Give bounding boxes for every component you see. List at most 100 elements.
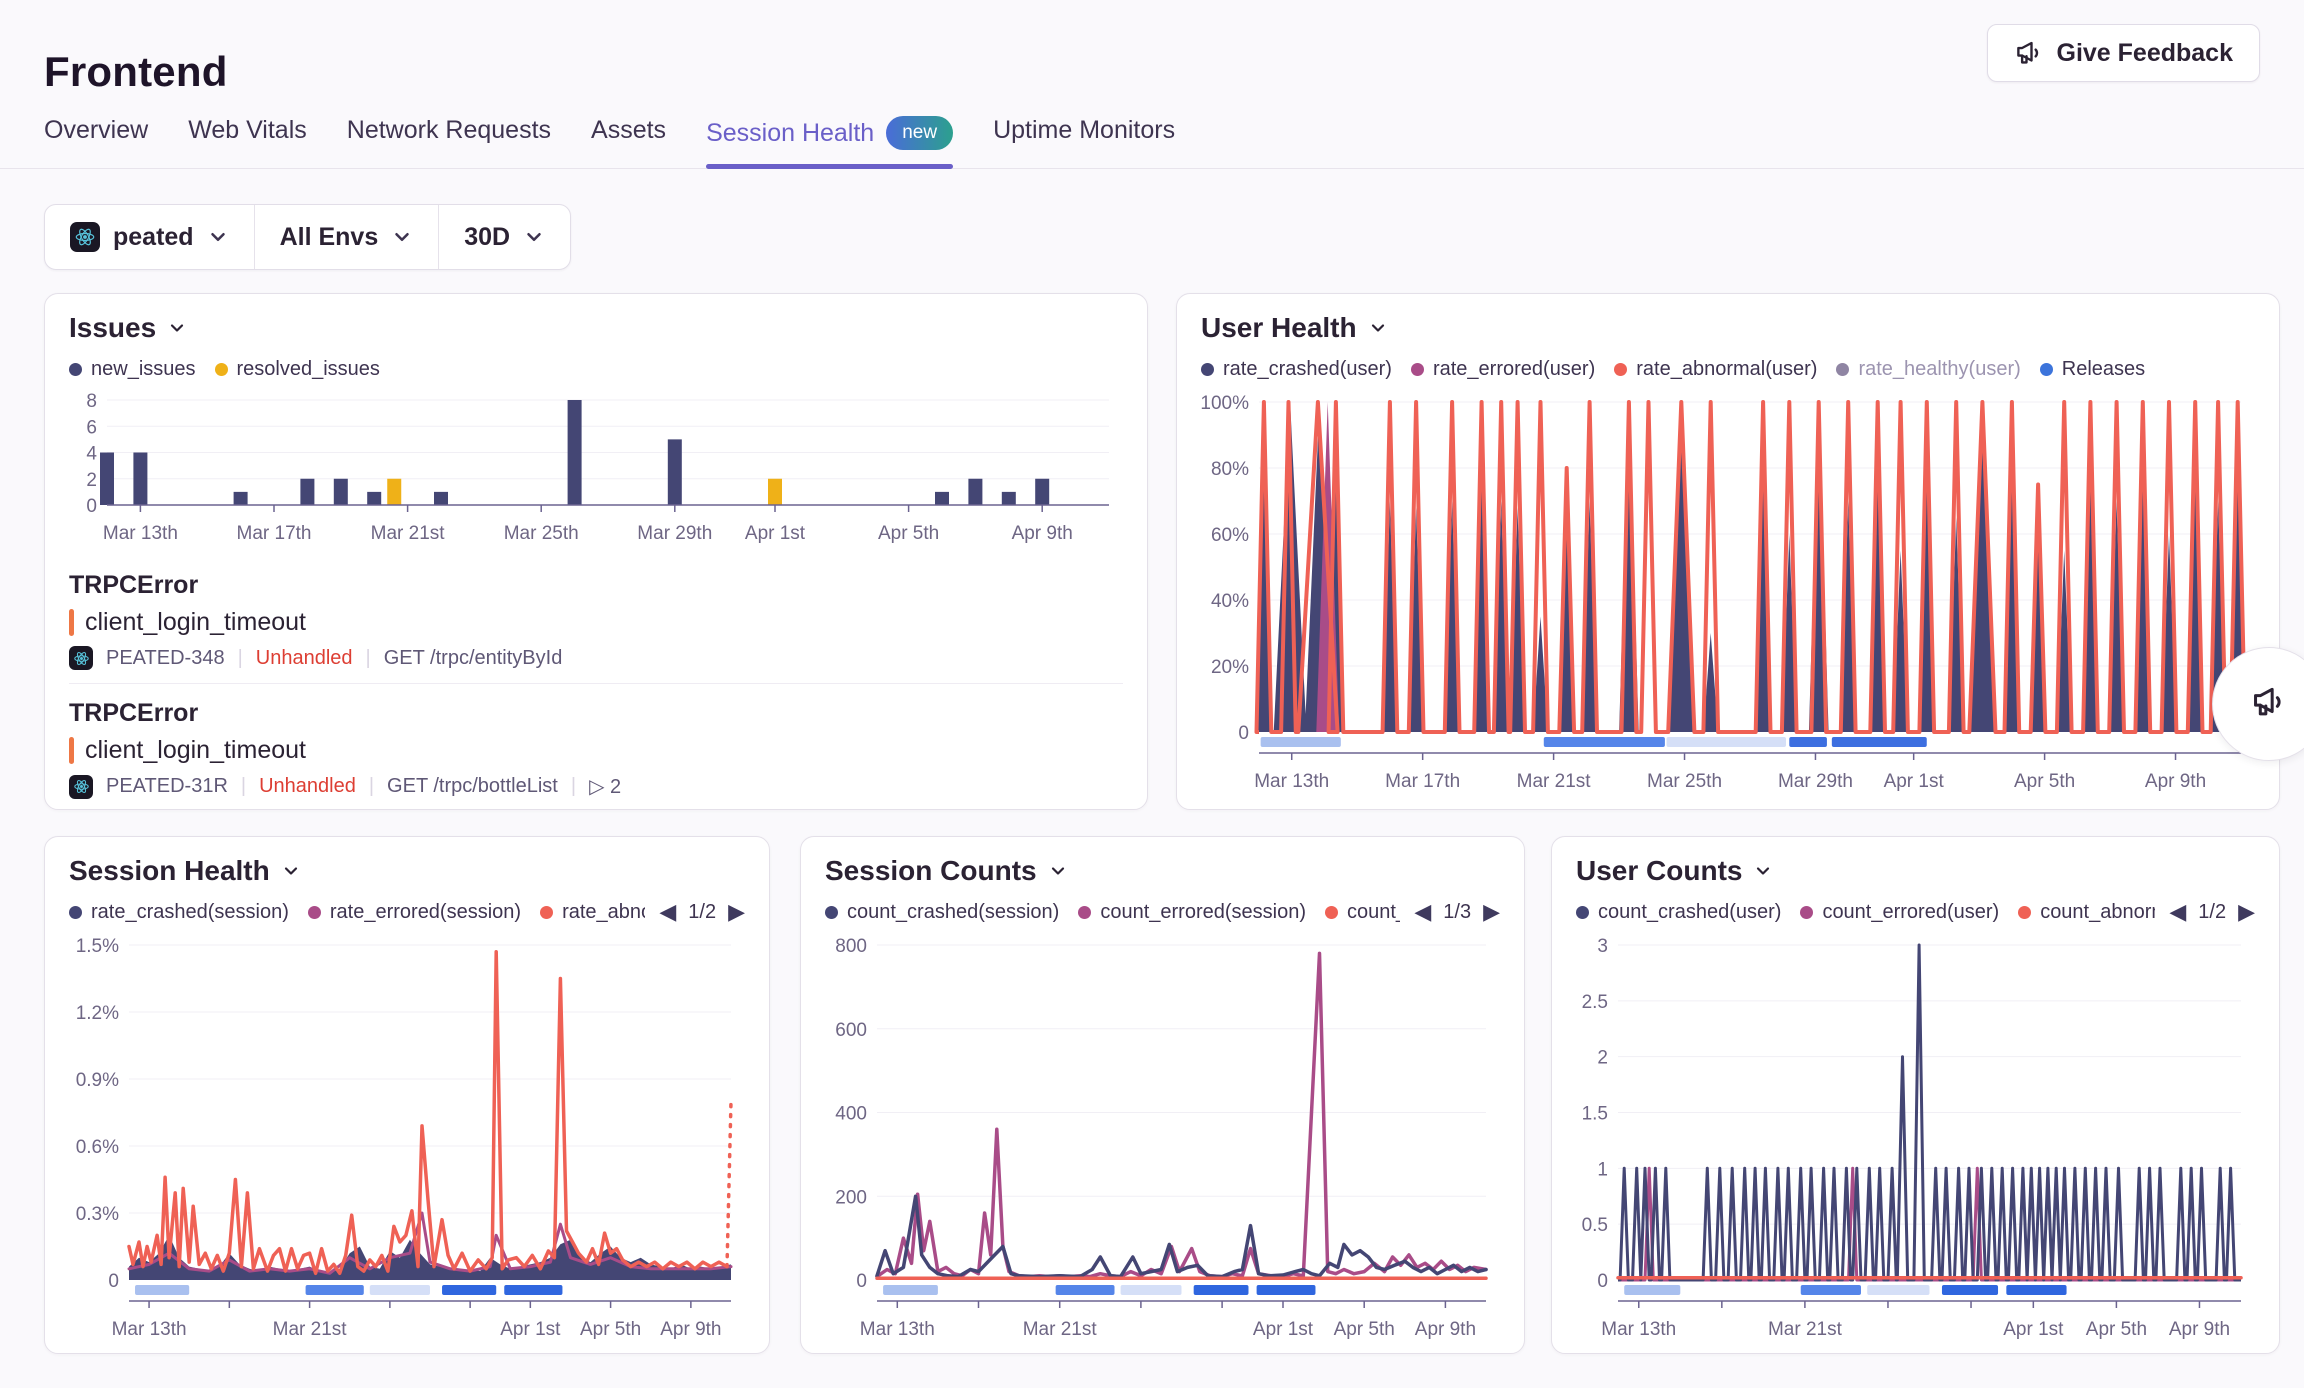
issue-row[interactable]: TRPCErrorclient_login_timeoutPEATED-348|… [69,556,1123,683]
tab-session-health[interactable]: Session Healthnew [706,116,953,168]
tab-network-requests[interactable]: Network Requests [347,116,551,163]
svg-text:Mar 13th: Mar 13th [1601,1319,1676,1340]
legend-dot [2040,363,2053,376]
legend-label: rate_abnorr [562,901,645,924]
meta-divider: | [571,775,576,798]
legend-dot [215,363,228,376]
issue-short-id: PEATED-348 [106,647,225,670]
svg-text:80%: 80% [1211,459,1249,480]
legend-next-arrow[interactable]: ▶ [1483,901,1500,923]
legend-item[interactable]: rate_crashed(session) [69,901,289,924]
legend-item[interactable]: count_errored(session) [1078,901,1306,924]
legend-item[interactable]: count_crashed(user) [1576,901,1781,924]
session-counts-widget-selector[interactable]: Session Counts [825,855,1500,887]
user-health-widget-selector[interactable]: User Health [1201,312,2255,344]
svg-text:Apr 5th: Apr 5th [2086,1319,2147,1340]
session-counts-panel: Session Counts count_crashed(session)cou… [800,836,1525,1354]
svg-text:Mar 29th: Mar 29th [1778,771,1853,792]
svg-text:Mar 29th: Mar 29th [637,523,712,544]
legend-page-indicator: 1/3 [1443,901,1471,924]
chevron-down-icon [1048,861,1068,881]
svg-text:100%: 100% [1201,393,1249,414]
tab-assets[interactable]: Assets [591,116,666,163]
issue-transaction: GET /trpc/entityById [384,647,563,670]
legend-item[interactable]: new_issues [69,358,196,381]
legend-label: count_a [1347,901,1400,924]
legend-label: rate_errored(user) [1433,358,1595,381]
tab-overview[interactable]: Overview [44,116,148,163]
legend-page-indicator: 1/2 [2198,901,2226,924]
legend-page-indicator: 1/2 [688,901,716,924]
svg-text:Mar 13th: Mar 13th [103,523,178,544]
issue-unhandled-tag: Unhandled [259,775,356,798]
give-feedback-label: Give Feedback [2057,39,2233,68]
issue-row[interactable]: TRPCErrorclient_login_timeoutPEATED-31R|… [69,683,1123,812]
issues-widget-selector[interactable]: Issues [69,312,1123,344]
issues-bar-chart: 86420Mar 13thMar 17thMar 21stMar 25thMar… [69,392,1125,554]
legend-item[interactable]: resolved_issues [215,358,380,381]
legend-item[interactable]: rate_abnormal(user) [1614,358,1817,381]
legend-label: count_crashed(session) [847,901,1059,924]
session-health-legend: rate_crashed(session) rate_errored(sessio… [69,901,645,924]
legend-item[interactable]: Releases [2040,358,2145,381]
legend-next-arrow[interactable]: ▶ [728,901,745,923]
legend-dot [1411,363,1424,376]
svg-text:1.5%: 1.5% [76,936,119,957]
session-health-widget-selector[interactable]: Session Health [69,855,745,887]
legend-label: rate_healthy(user) [1858,358,2020,381]
session-health-legend-row: rate_crashed(session) rate_errored(sessio… [69,897,745,927]
legend-item[interactable]: rate_crashed(user) [1201,358,1392,381]
megaphone-icon [2250,683,2288,726]
legend-item[interactable]: rate_healthy(user) [1836,358,2020,381]
svg-text:0.3%: 0.3% [76,1204,119,1225]
legend-label: count_crashed(user) [1598,901,1781,924]
svg-text:Apr 9th: Apr 9th [1415,1319,1476,1340]
svg-text:Mar 21st: Mar 21st [1768,1319,1843,1340]
tab-label: Uptime Monitors [993,116,1175,145]
svg-text:60%: 60% [1211,525,1249,546]
tab-web-vitals[interactable]: Web Vitals [188,116,307,163]
svg-text:1: 1 [1597,1159,1608,1180]
svg-text:Mar 21st: Mar 21st [273,1319,348,1340]
svg-text:Apr 9th: Apr 9th [660,1319,721,1340]
issue-title[interactable]: TRPCError [69,571,1123,600]
svg-text:Apr 9th: Apr 9th [1012,523,1073,544]
project-selector[interactable]: peated [45,205,254,269]
user-health-panel: User Health rate_crashed(user) rate_error… [1176,293,2280,810]
give-feedback-button[interactable]: Give Feedback [1987,24,2260,82]
legend-label: rate_crashed(user) [1223,358,1392,381]
legend-item[interactable]: count_a [1325,901,1400,924]
date-range-selector[interactable]: 30D [438,205,570,269]
legend-label: count_abnorm [2040,901,2155,924]
legend-next-arrow[interactable]: ▶ [2238,901,2255,923]
legend-prev-arrow[interactable]: ◀ [659,901,676,923]
session-health-chart: 1.5%1.2%0.9%0.6%0.3%0Mar 13thMar 21stApr… [69,935,747,1347]
issue-title[interactable]: TRPCError [69,699,1123,728]
legend-dot [1800,906,1813,919]
legend-item[interactable]: rate_abnorr [540,901,645,924]
svg-text:Apr 1st: Apr 1st [1253,1319,1314,1340]
megaphone-icon [2014,38,2044,68]
issue-unhandled-tag: Unhandled [256,647,353,670]
legend-item[interactable]: rate_errored(session) [308,901,521,924]
legend-prev-arrow[interactable]: ◀ [1414,901,1431,923]
svg-text:Mar 13th: Mar 13th [860,1319,935,1340]
issue-events-count: ▷ 2 [589,774,621,799]
session-counts-legend-row: count_crashed(session) count_errored(sess… [825,897,1500,927]
tab-uptime-monitors[interactable]: Uptime Monitors [993,116,1175,163]
legend-item[interactable]: rate_errored(user) [1411,358,1595,381]
chevron-down-icon [167,318,187,338]
environment-selector[interactable]: All Envs [254,205,439,269]
user-health-legend-row: rate_crashed(user) rate_errored(user) rate… [1201,354,2255,384]
svg-text:0: 0 [86,496,97,517]
svg-text:Mar 21st: Mar 21st [1517,771,1592,792]
meta-divider: | [369,775,374,798]
svg-text:0.9%: 0.9% [76,1070,119,1091]
svg-text:2: 2 [1597,1048,1608,1069]
legend-prev-arrow[interactable]: ◀ [2169,901,2186,923]
user-counts-widget-selector[interactable]: User Counts [1576,855,2255,887]
tab-label: Web Vitals [188,116,307,145]
legend-item[interactable]: count_crashed(session) [825,901,1059,924]
legend-item[interactable]: count_abnorm [2018,901,2155,924]
legend-item[interactable]: count_errored(user) [1800,901,1999,924]
